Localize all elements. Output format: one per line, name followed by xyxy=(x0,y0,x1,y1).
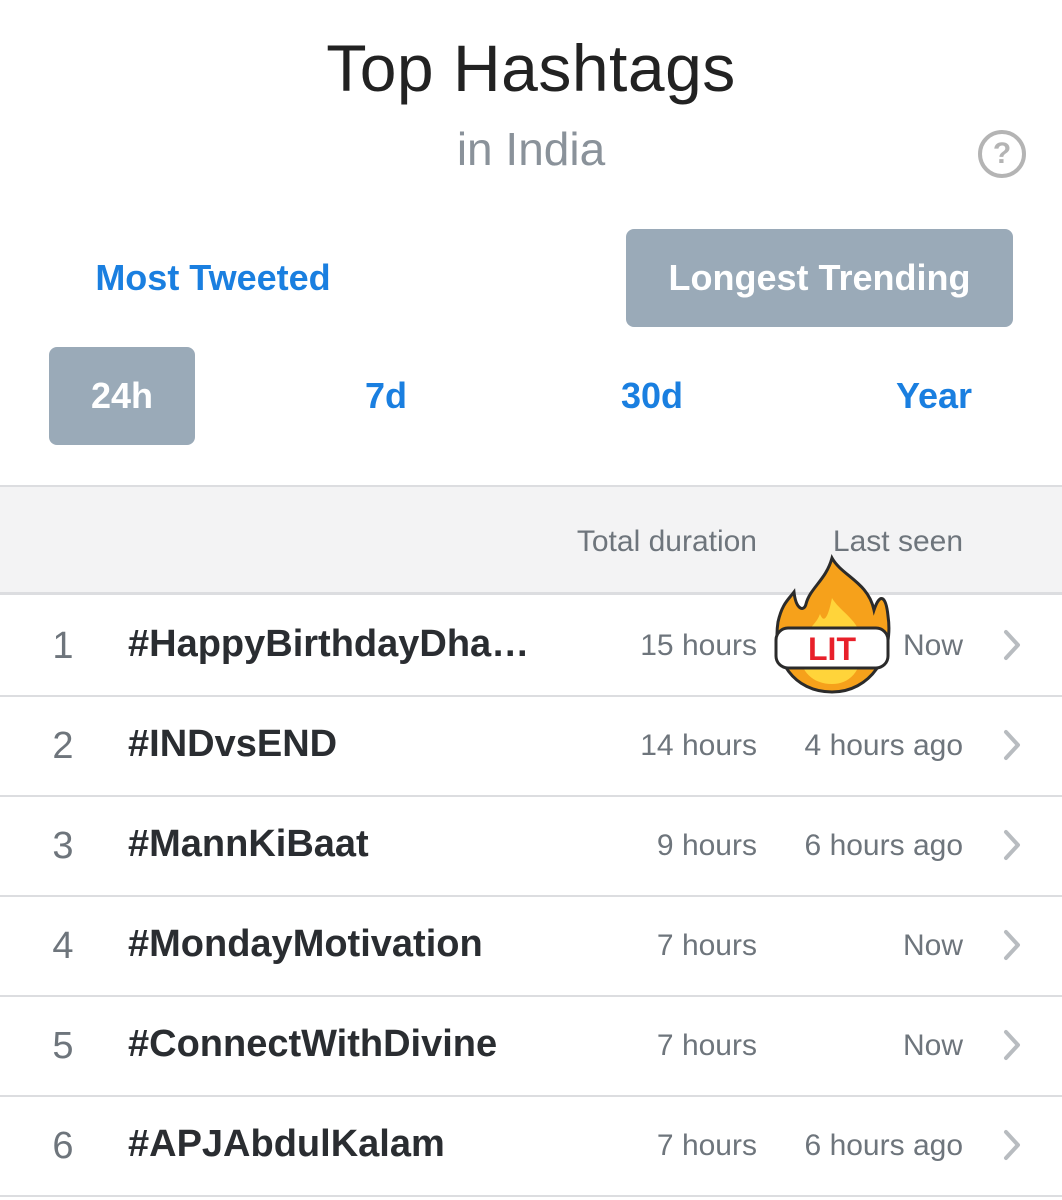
longest-trending-toggle[interactable]: Longest Trending xyxy=(626,229,1013,327)
chevron-right-icon xyxy=(1004,930,1020,960)
range-7d-button[interactable]: 7d xyxy=(318,347,454,445)
fire-icon: LIT xyxy=(774,554,891,694)
range-24h-button[interactable]: 24h xyxy=(49,347,195,445)
row-last-seen: 6 hours ago xyxy=(804,829,963,862)
table-row[interactable]: 1 #HappyBirthdayDhan… 15 hours Now xyxy=(0,597,1062,697)
table-row[interactable]: 2 #INDvsEND 14 hours 4 hours ago xyxy=(0,697,1062,797)
row-hashtag: #INDvsEND xyxy=(128,723,338,765)
row-rank: 6 xyxy=(52,1125,74,1167)
row-hashtag: #MannKiBaat xyxy=(128,823,369,865)
row-last-seen: 4 hours ago xyxy=(804,729,963,762)
range-30d-button[interactable]: 30d xyxy=(582,347,722,445)
table-header: Total duration Last seen xyxy=(0,485,1062,595)
most-tweeted-toggle[interactable]: Most Tweeted xyxy=(60,236,366,320)
row-hashtag: #APJAbdulKalam xyxy=(128,1123,445,1165)
top-hashtags-page: Top Hashtags in India ? Most Tweeted Lon… xyxy=(0,0,1062,1200)
row-rank: 3 xyxy=(52,825,74,867)
row-rank: 1 xyxy=(52,625,74,667)
row-rank: 2 xyxy=(52,725,74,767)
row-hashtag: #ConnectWithDivine xyxy=(128,1023,498,1065)
row-duration: 7 hours xyxy=(656,1029,757,1062)
lit-label: LIT xyxy=(808,631,856,667)
row-rank: 5 xyxy=(52,1025,74,1067)
table-row[interactable]: 3 #MannKiBaat 9 hours 6 hours ago xyxy=(0,797,1062,897)
row-duration: 9 hours xyxy=(656,829,757,862)
column-header-total-duration: Total duration xyxy=(576,525,757,558)
row-duration: 14 hours xyxy=(640,729,757,762)
row-hashtag: #MondayMotivation xyxy=(128,923,483,965)
chevron-right-icon xyxy=(1004,830,1020,860)
page-subtitle: in India xyxy=(456,123,606,175)
row-last-seen: 6 hours ago xyxy=(804,1129,963,1162)
table-row[interactable]: 6 #APJAbdulKalam 7 hours 6 hours ago xyxy=(0,1097,1062,1197)
range-year-button[interactable]: Year xyxy=(860,347,1008,445)
chevron-right-icon xyxy=(1004,730,1020,760)
row-duration: 15 hours xyxy=(640,629,757,662)
chevron-right-icon xyxy=(1004,1030,1020,1060)
table-row[interactable]: 5 #ConnectWithDivine 7 hours Now xyxy=(0,997,1062,1097)
row-duration: 7 hours xyxy=(656,1129,757,1162)
row-duration: 7 hours xyxy=(656,929,757,962)
chevron-right-icon xyxy=(1004,1130,1020,1160)
hashtag-list: 1 #HappyBirthdayDhan… 15 hours Now 2 #IN… xyxy=(0,597,1062,1197)
table-row[interactable]: 4 #MondayMotivation 7 hours Now xyxy=(0,897,1062,997)
row-last-seen: Now xyxy=(902,629,963,662)
help-icon[interactable]: ? xyxy=(978,130,1026,178)
row-last-seen: Now xyxy=(902,929,963,962)
row-rank: 4 xyxy=(52,925,74,967)
row-last-seen: Now xyxy=(902,1029,963,1062)
row-hashtag: #HappyBirthdayDhan… xyxy=(128,623,538,665)
chevron-right-icon xyxy=(1004,630,1020,660)
page-title: Top Hashtags xyxy=(326,31,736,105)
